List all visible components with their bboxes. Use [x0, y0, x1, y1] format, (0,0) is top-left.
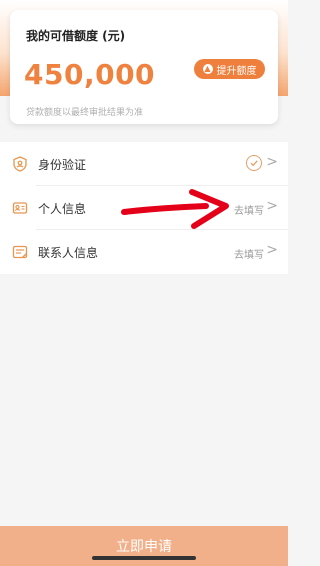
card-title: 我的可借额度 (元): [26, 29, 126, 43]
contact-info-label: 联系人信息: [38, 246, 99, 260]
card-note: 贷款额度以最终审批结果为准: [26, 108, 144, 118]
raise-limit-button[interactable]: ▲ 提升额度: [194, 59, 265, 79]
raise-limit-label: 提升额度: [216, 65, 257, 77]
annotation-arrow-icon: [121, 189, 229, 229]
list-item-identity[interactable]: 身份验证 >: [0, 142, 288, 186]
id-card-icon: [12, 202, 28, 214]
chevron-right-icon: >: [266, 242, 278, 258]
apply-button[interactable]: 立即申请: [0, 526, 288, 566]
shield-person-icon: [13, 156, 27, 172]
home-indicator: [92, 556, 196, 560]
status-text: 去填写: [234, 250, 264, 261]
identity-label: 身份验证: [38, 158, 87, 172]
list-item-contact-info[interactable]: 联系人信息 去填写 >: [0, 230, 288, 274]
status-text: 去填写: [234, 206, 264, 217]
credit-limit-card: 我的可借额度 (元) 450,000 ▲ 提升额度 贷款额度以最终审批结果为准: [10, 10, 278, 124]
check-circle-icon: [246, 155, 262, 171]
chevron-right-icon: >: [266, 198, 278, 214]
contact-card-icon: [12, 245, 28, 259]
personal-info-label: 个人信息: [38, 202, 87, 216]
chevron-right-icon: >: [266, 154, 278, 170]
credit-amount: 450,000: [24, 58, 156, 91]
arrow-up-icon: ▲: [202, 64, 213, 74]
apply-button-label: 立即申请: [116, 539, 172, 555]
